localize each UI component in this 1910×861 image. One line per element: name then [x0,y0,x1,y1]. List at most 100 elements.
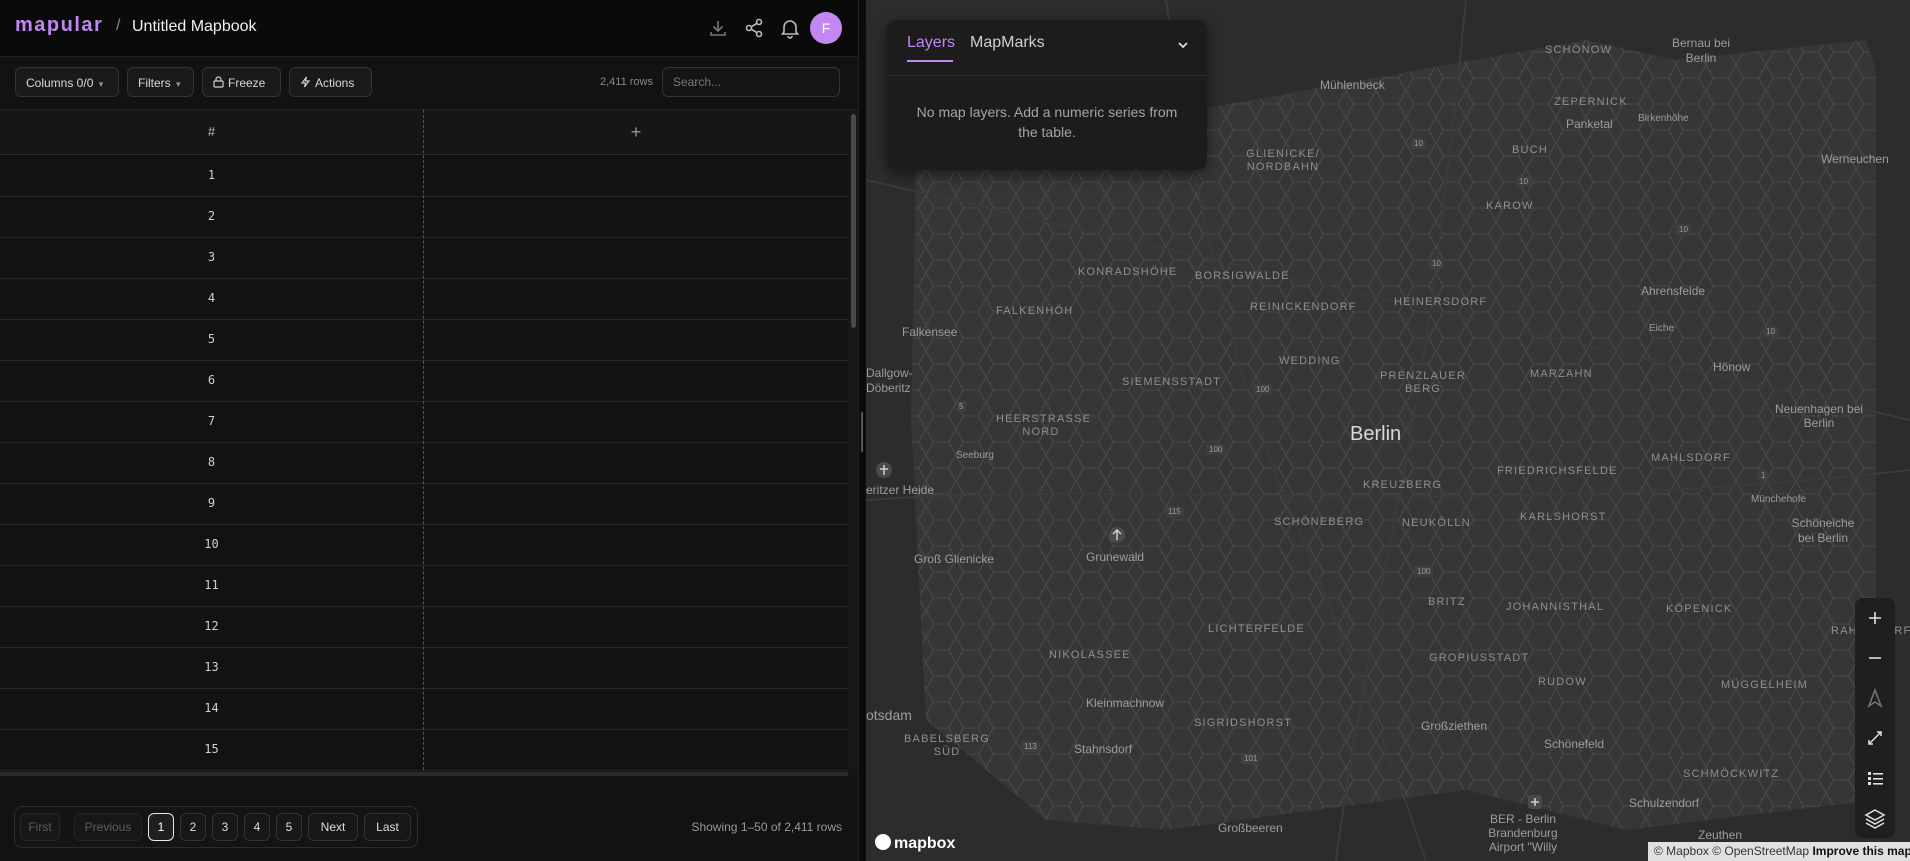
map-label: BER - Berlin Brandenburg Airport "Willy [1488,812,1558,854]
chevron-down-icon: ▾ [98,79,104,89]
tab-layers[interactable]: Layers [907,34,955,52]
fullscreen-icon[interactable] [1855,718,1895,758]
road-shield: 100 [1414,566,1434,577]
map-label: otsdam [866,707,912,723]
download-icon[interactable] [706,16,730,40]
map-label: BORSIGWALDE [1195,270,1290,282]
actions-button[interactable]: Actions [289,67,372,97]
improve-map-link[interactable]: Improve this map [1812,844,1910,858]
map-label: Werneuchen [1821,152,1889,166]
map-label: FRIEDRICHSFELDE [1497,465,1618,477]
road-shield: 10 [1676,224,1691,235]
map-label: FALKENHÖH [996,305,1074,317]
row-number: 10 [204,537,219,551]
filters-button[interactable]: Filters ▾ [127,67,194,97]
row-number-header: # [207,124,216,139]
table-row[interactable]: 7 [0,401,848,443]
map-label: SIEMENSSTADT [1122,376,1222,388]
user-avatar[interactable]: F [810,12,842,44]
table-row[interactable]: 15 [0,729,848,771]
row-number: 1 [207,168,216,182]
map-label: RUDOW [1538,676,1587,688]
row-number: 8 [207,455,216,469]
layers-icon[interactable] [1855,798,1895,838]
column-divider [423,110,424,775]
map-label: Mühlenbeck [1320,78,1385,92]
map-label: Bernau bei Berlin [1671,36,1731,65]
last-page-button[interactable]: Last [364,813,411,841]
legend-icon[interactable] [1855,758,1895,798]
table-row[interactable]: 2 [0,196,848,238]
data-table: # + 1 2 3 4 5 6 7 8 9 10 11 12 13 14 15 [0,110,848,775]
attribution-text[interactable]: © Mapbox © OpenStreetMap [1654,844,1809,858]
table-row[interactable]: 6 [0,360,848,402]
page-button[interactable]: 3 [212,813,238,841]
road-shield: 10 [1516,176,1531,187]
page-button[interactable]: 1 [148,813,174,841]
mapbox-logo[interactable]: mapbox [875,834,955,853]
zoom-in-icon[interactable] [1855,598,1895,638]
table-row[interactable]: 5 [0,319,848,361]
scrollbar-thumb[interactable] [851,114,856,328]
columns-button[interactable]: Columns 0/0 ▾ [15,67,119,97]
top-bar: mapular / Untitled Mapbook F [0,0,858,57]
map-label: ZEPERNICK [1554,96,1628,108]
map-label: KÖPENICK [1666,603,1733,615]
tab-mapmarks[interactable]: MapMarks [970,34,1045,52]
next-page-button[interactable]: Next [308,813,358,841]
table-row[interactable]: 4 [0,278,848,320]
breadcrumb-separator: / [116,17,121,34]
table-row[interactable]: 9 [0,483,848,525]
map-label: Falkensee [902,325,958,339]
row-number: 15 [204,742,219,756]
page-button[interactable]: 2 [180,813,206,841]
compass-icon[interactable] [1855,678,1895,718]
map-label: Schulzendorf [1629,796,1700,810]
table-row[interactable]: 10 [0,524,848,566]
freeze-button[interactable]: Freeze [202,67,281,97]
app-logo[interactable]: mapular [15,14,103,37]
lightning-icon [300,69,311,99]
share-icon[interactable] [742,16,766,40]
table-row[interactable]: 12 [0,606,848,648]
bell-icon[interactable] [778,16,802,40]
table-row[interactable]: 8 [0,442,848,484]
map-label: Groß Glienicke [914,552,995,566]
active-tab-indicator [907,60,953,62]
row-number: 5 [207,332,216,346]
search-input[interactable] [662,67,840,97]
horizontal-scrollbar[interactable] [0,772,848,776]
map-label: Panketal [1566,117,1613,131]
columns-label: Columns 0/0 [26,76,94,90]
add-column-button[interactable]: + [424,110,848,154]
data-panel: mapular / Untitled Mapbook F Columns 0/0… [0,0,858,861]
map-label: KREUZBERG [1363,479,1443,491]
table-row[interactable]: 11 [0,565,848,607]
panel-divider [887,75,1207,76]
map-label: Seeburg [956,450,994,461]
page-button[interactable]: 4 [244,813,270,841]
row-number: 7 [207,414,216,428]
table-row[interactable]: 14 [0,688,848,730]
zoom-out-icon[interactable] [1855,638,1895,678]
table-row[interactable]: 13 [0,647,848,689]
map-label: HEERSTRASSE NORD [996,413,1092,438]
first-page-button[interactable]: First [20,813,60,841]
map-label: Berlin [1350,423,1402,445]
pagination-status: Showing 1–50 of 2,411 rows [691,820,842,834]
map-label: GROPIUSSTADT [1429,652,1530,664]
road-shield: 1 [1758,470,1769,481]
previous-page-button[interactable]: Previous [74,813,142,841]
empty-layers-message: No map layers. Add a numeric series from… [916,104,1178,140]
road-shield: 101 [1241,753,1261,764]
table-row[interactable]: 1 [0,155,848,197]
map-label: Neuenhagen bei Berlin [1774,402,1864,430]
resize-grip-icon[interactable] [861,412,863,452]
mapbook-title[interactable]: Untitled Mapbook [132,18,257,36]
page-button[interactable]: 5 [276,813,302,841]
map-label: MARZAHN [1530,368,1593,380]
chevron-down-icon[interactable] [1176,38,1190,57]
map-label: Birkenhöhe [1638,113,1689,124]
map-label: Ahrensfelde [1641,284,1706,298]
table-row[interactable]: 3 [0,237,848,279]
